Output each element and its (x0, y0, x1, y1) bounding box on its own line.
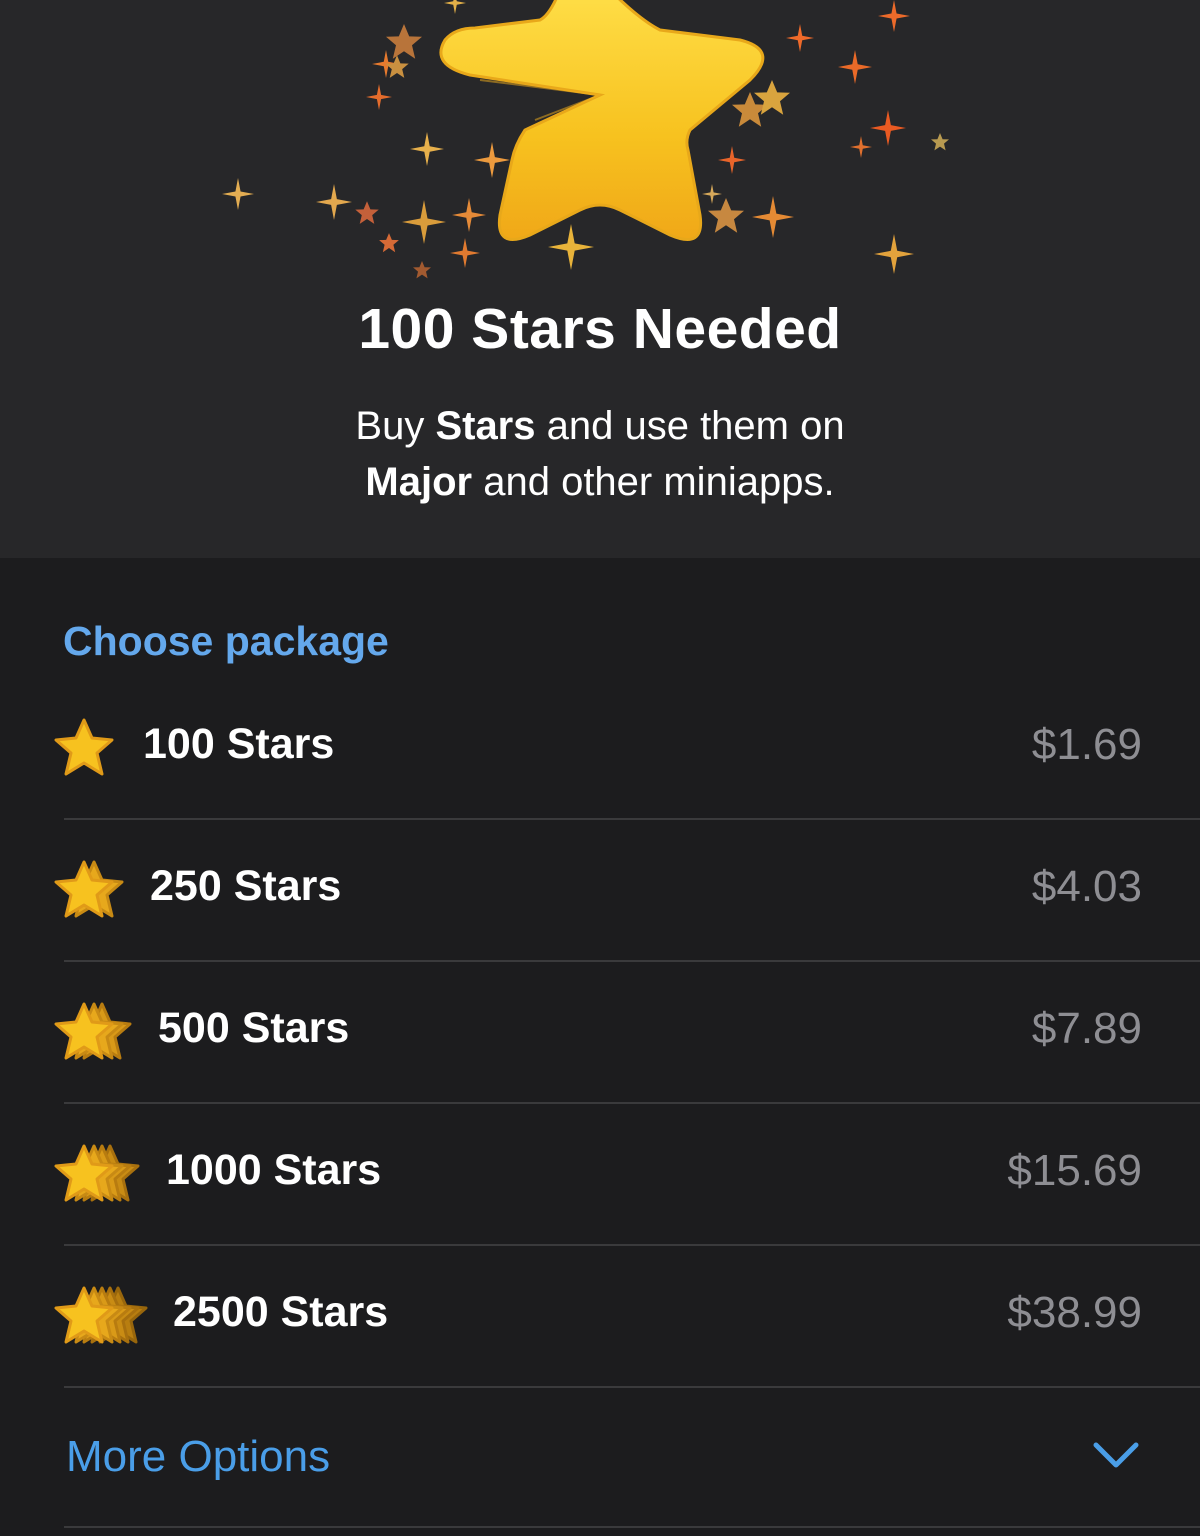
section-title: Choose package (63, 618, 389, 664)
package-row-2500[interactable]: 2500 Stars $38.99 (0, 1246, 1200, 1388)
row-divider (64, 1526, 1200, 1528)
page-title: 100 Stars Needed (358, 297, 842, 361)
package-price: $38.99 (1007, 1288, 1142, 1337)
package-row-100[interactable]: 100 Stars $1.69 (0, 678, 1200, 820)
more-options-label: More Options (66, 1432, 331, 1481)
package-price: $1.69 (1031, 720, 1142, 769)
package-row-1000[interactable]: 1000 Stars $15.69 (0, 1104, 1200, 1246)
star-stack-5-icon (54, 1286, 148, 1344)
star-stack-3-icon (54, 1002, 132, 1060)
subtitle-line-1: Buy Stars and use them on (355, 404, 845, 448)
more-options-button[interactable]: More Options (0, 1386, 1200, 1528)
header: 100 Stars Needed Buy Stars and use them … (0, 0, 1200, 558)
package-label: 2500 Stars (173, 1288, 389, 1336)
package-row-500[interactable]: 500 Stars $7.89 (0, 962, 1200, 1104)
hero-star-illustration (222, 0, 949, 279)
star-stack-2-icon (54, 860, 124, 918)
package-label: 1000 Stars (166, 1146, 382, 1194)
page-subtitle: Buy Stars and use them on Major and othe… (0, 398, 1200, 510)
subtitle-line-2: Major and other miniapps. (365, 460, 835, 504)
star-stack-1-icon (54, 718, 114, 776)
gold-star-icon (439, 0, 765, 241)
package-label: 100 Stars (143, 720, 335, 768)
package-label: 250 Stars (150, 862, 342, 910)
star-stack-4-icon (54, 1144, 140, 1202)
package-price: $15.69 (1007, 1146, 1142, 1195)
package-price: $4.03 (1031, 862, 1142, 911)
package-row-250[interactable]: 250 Stars $4.03 (0, 820, 1200, 962)
chevron-down-icon (1093, 1442, 1139, 1468)
package-label: 500 Stars (158, 1004, 350, 1052)
package-price: $7.89 (1031, 1004, 1142, 1053)
